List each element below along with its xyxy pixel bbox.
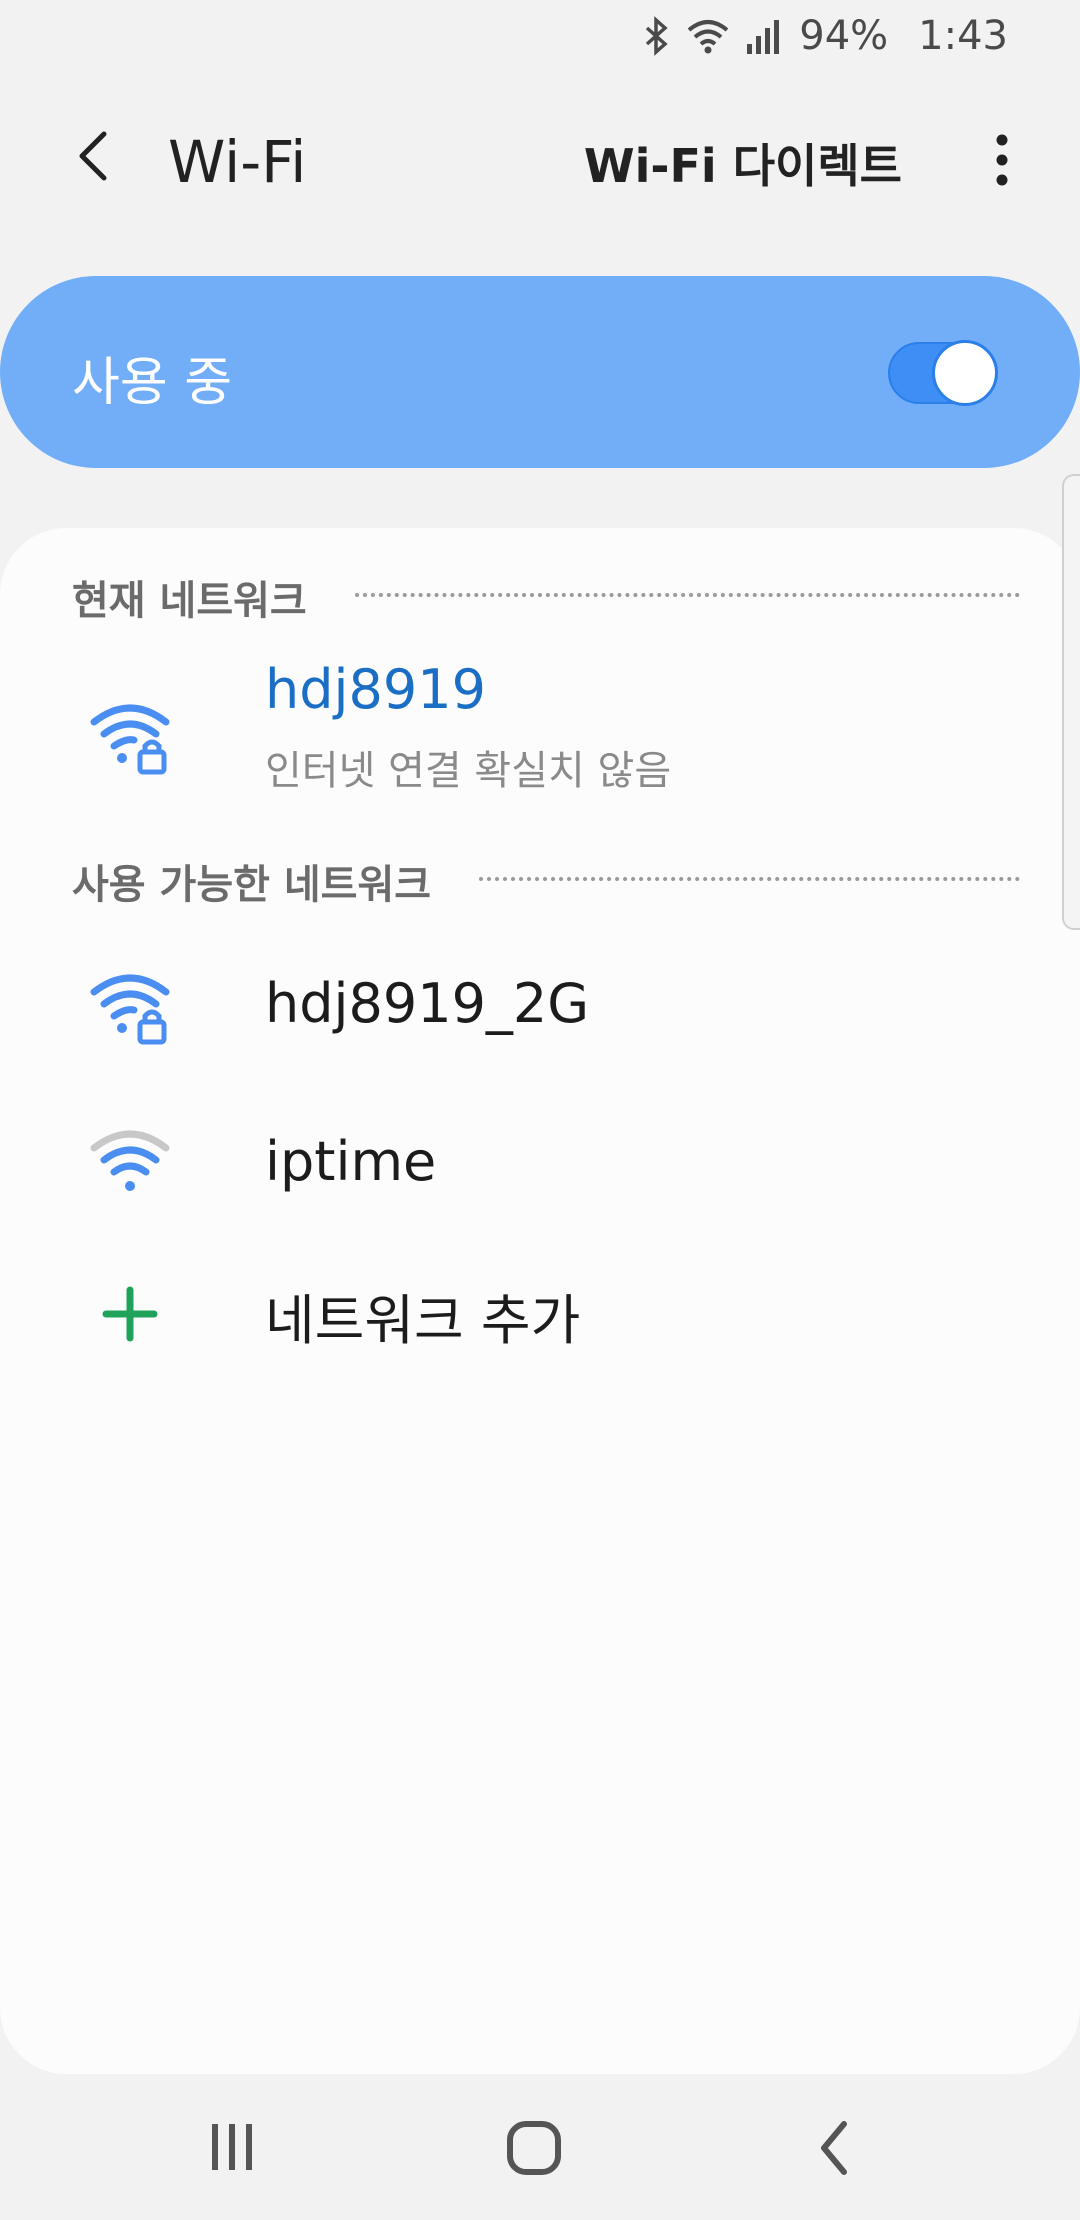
battery-level: 94% — [799, 13, 889, 59]
add-network-label: 네트워크 추가 — [265, 1289, 581, 1352]
divider — [479, 877, 1020, 881]
navigation-bar — [0, 2074, 1080, 2220]
available-networks-header: 사용 가능한 네트워크 — [72, 852, 1020, 910]
wifi-open-icon — [90, 1130, 170, 1191]
master-toggle-label: 사용 중 — [72, 353, 233, 413]
wifi-locked-icon — [90, 704, 170, 775]
home-icon[interactable] — [498, 2112, 570, 2184]
section-title: 사용 가능한 네트워크 — [72, 862, 432, 908]
switch-thumb — [932, 340, 998, 406]
wifi-switch[interactable] — [888, 340, 998, 406]
divider — [354, 593, 1020, 597]
plus-icon — [102, 1286, 158, 1342]
signal-icon — [747, 20, 780, 54]
wifi-direct-button[interactable]: Wi-Fi 다이렉트 — [584, 130, 902, 196]
network-name: hdj8919_2G — [265, 972, 590, 1035]
network-row[interactable]: hdj8919_2G — [0, 928, 1080, 1088]
current-network-header: 현재 네트워크 — [72, 568, 1020, 626]
back-icon[interactable] — [800, 2112, 872, 2184]
status-bar: 94% 1:43 — [0, 0, 1080, 72]
network-name: iptime — [265, 1130, 437, 1193]
clock: 1:43 — [918, 13, 1008, 59]
network-list-panel: 현재 네트워크 hdj8919 인터넷 연결 확실치 않음 사용 가능한 네트워… — [0, 528, 1080, 2074]
bluetooth-icon — [646, 16, 668, 56]
wifi-icon — [687, 20, 729, 54]
scrollbar[interactable] — [1062, 474, 1080, 930]
more-vert-icon[interactable] — [972, 130, 1032, 190]
network-name: hdj8919 — [265, 658, 486, 721]
chevron-left-icon[interactable] — [66, 126, 126, 186]
current-network-row[interactable]: hdj8919 인터넷 연결 확실치 않음 — [0, 658, 1080, 808]
wifi-master-toggle[interactable]: 사용 중 — [0, 276, 1080, 468]
add-network-row[interactable]: 네트워크 추가 — [0, 1238, 1080, 1388]
network-status: 인터넷 연결 확실치 않음 — [265, 748, 672, 794]
recent-apps-icon[interactable] — [196, 2112, 268, 2184]
network-row[interactable]: iptime — [0, 1088, 1080, 1238]
section-title: 현재 네트워크 — [72, 578, 307, 624]
page-title: Wi-Fi — [168, 128, 307, 196]
wifi-locked-icon — [90, 974, 170, 1045]
app-bar: Wi-Fi Wi-Fi 다이렉트 — [0, 100, 1080, 220]
